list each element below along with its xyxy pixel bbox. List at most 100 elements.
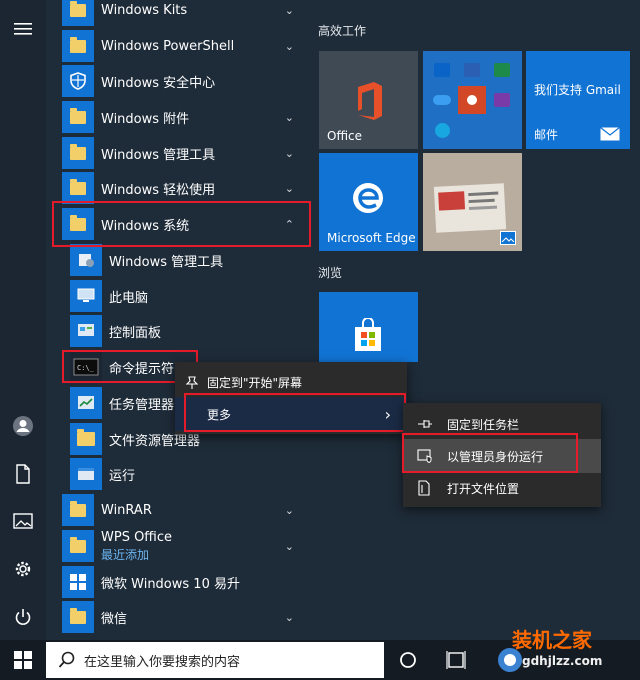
file-location-icon [418, 480, 430, 496]
power-icon[interactable] [10, 604, 36, 630]
app-list-item[interactable]: Windows 轻松使用 ⌄ [46, 170, 310, 206]
chevron-down-icon: ⌄ [284, 146, 294, 160]
app-list-subitem[interactable]: 控制面板 [46, 313, 310, 349]
cortana-icon[interactable] [398, 650, 418, 674]
skype-icon [428, 116, 456, 144]
tile-group-label: 浏览 [318, 266, 343, 280]
chevron-down-icon: ⌄ [284, 181, 294, 195]
context-menu: 固定到"开始"屏幕 更多 › [175, 362, 407, 434]
edge-logo-icon [353, 183, 383, 213]
app-list: Windows Kits ⌄ Windows PowerShell ⌄ Wind… [46, 0, 310, 640]
menu-item-label: 更多 [207, 407, 232, 422]
admin-shield-icon [417, 449, 432, 463]
app-label: 微软 Windows 10 易升 [101, 576, 240, 592]
chevron-up-icon: ⌃ [284, 217, 294, 231]
excel-icon [488, 56, 516, 84]
start-menu: Windows Kits ⌄ Windows PowerShell ⌄ Wind… [0, 0, 640, 640]
more-menu-item[interactable]: 更多 › [175, 397, 407, 431]
app-list-item[interactable]: Windows 附件 ⌄ [46, 99, 310, 135]
taskbar: 在这里输入你要搜索的内容 装机之家 gdhjlzz.com [0, 628, 640, 680]
folder-icon [62, 494, 94, 526]
start-rail [0, 0, 46, 640]
app-label: Windows Kits [101, 2, 188, 18]
app-list-item[interactable]: 微信 ⌄ [46, 599, 310, 635]
app-label: 命令提示符 [109, 361, 175, 377]
this-pc-icon [70, 280, 102, 312]
chevron-right-icon: › [384, 404, 391, 424]
store-bag-icon [355, 318, 381, 351]
settings-gear-icon[interactable] [10, 556, 36, 582]
taskbar-search-box[interactable]: 在这里输入你要搜索的内容 [46, 642, 384, 678]
folder-icon [62, 601, 94, 633]
app-list-subitem[interactable]: 此电脑 [46, 278, 310, 314]
app-label: 微信 [101, 611, 128, 627]
tile-group-label: 高效工作 [318, 24, 367, 38]
tile-label: Office [327, 129, 363, 143]
documents-icon[interactable] [10, 461, 36, 487]
app-list-subitem[interactable]: 运行 [46, 456, 310, 492]
windows-logo-icon [62, 566, 94, 598]
run-as-admin-menu-item[interactable]: 以管理员身份运行 [403, 439, 601, 473]
control-panel-icon [70, 315, 102, 347]
task-manager-icon [70, 387, 102, 419]
chevron-down-icon: ⌄ [284, 39, 294, 53]
chevron-down-icon: ⌄ [284, 539, 294, 553]
app-label: 此电脑 [109, 290, 149, 306]
menu-item-label: 固定到"开始"屏幕 [207, 375, 303, 390]
chevron-down-icon: ⌄ [284, 610, 294, 624]
app-list-item[interactable]: 微软 Windows 10 易升 [46, 564, 310, 600]
pin-icon [185, 376, 199, 389]
search-icon [58, 651, 75, 668]
admin-tools-icon [70, 244, 102, 276]
app-list-item[interactable]: Windows 安全中心 [46, 63, 310, 99]
search-placeholder: 在这里输入你要搜索的内容 [84, 654, 241, 670]
tile-label: Microsoft Edge [327, 231, 416, 245]
menu-item-label: 固定到任务栏 [447, 417, 520, 432]
folder-icon [62, 172, 94, 204]
task-view-icon[interactable] [446, 650, 468, 674]
folder-icon [62, 208, 94, 240]
hamburger-menu-icon[interactable] [10, 16, 36, 42]
app-list-item-windows-system[interactable]: Windows 系统 ⌃ [46, 206, 310, 242]
store-tile[interactable] [319, 292, 418, 362]
app-label: 控制面板 [109, 325, 162, 341]
svg-text:C:\_: C:\_ [77, 364, 95, 372]
office-logo-icon [358, 82, 382, 120]
pin-to-start-menu-item[interactable]: 固定到"开始"屏幕 [175, 365, 407, 399]
folder-icon [62, 137, 94, 169]
tile-label: 我们支持 Gmail [534, 83, 621, 97]
user-avatar-icon[interactable] [10, 413, 36, 439]
app-list-item[interactable]: Windows Kits ⌄ [46, 0, 310, 28]
run-icon [70, 458, 102, 490]
pictures-icon[interactable] [10, 508, 36, 534]
open-file-location-menu-item[interactable]: 打开文件位置 [403, 471, 601, 505]
app-list-item[interactable]: WinRAR ⌄ [46, 492, 310, 528]
folder-icon [62, 0, 94, 26]
app-label: Windows 轻松使用 [101, 182, 216, 198]
shield-icon [62, 65, 94, 97]
tiles-area: 高效工作 Office 我们支持 Gmail 邮件 Microsoft Edge… [310, 0, 640, 640]
app-label: 任务管理器 [109, 397, 175, 413]
chevron-down-icon: ⌄ [284, 503, 294, 517]
onenote-icon [488, 86, 516, 114]
app-label: Windows 安全中心 [101, 75, 216, 91]
app-list-item[interactable]: WPS Office 最近添加 ⌄ [46, 528, 310, 564]
edge-tile[interactable]: Microsoft Edge [319, 153, 418, 251]
mail-tile[interactable]: 我们支持 Gmail 邮件 [526, 51, 630, 149]
app-label: WPS Office [101, 530, 173, 545]
folder-icon [62, 530, 94, 562]
app-label: Windows 管理工具 [109, 254, 224, 270]
office-tile[interactable]: Office [319, 51, 418, 149]
office-apps-tile[interactable] [423, 51, 522, 149]
watermark-url: gdhjlzz.com [522, 654, 603, 668]
chevron-down-icon: ⌄ [284, 3, 294, 17]
start-button[interactable] [0, 640, 46, 680]
app-list-item[interactable]: Windows PowerShell ⌄ [46, 28, 310, 64]
app-list-item[interactable]: Windows 管理工具 ⌄ [46, 135, 310, 171]
menu-item-label: 以管理员身份运行 [447, 449, 544, 464]
app-list-subitem[interactable]: Windows 管理工具 [46, 242, 310, 278]
pin-to-taskbar-menu-item[interactable]: 固定到任务栏 [403, 407, 601, 441]
powerpoint-icon [458, 86, 486, 114]
photos-tile[interactable] [423, 153, 522, 251]
app-label: Windows 管理工具 [101, 147, 216, 163]
